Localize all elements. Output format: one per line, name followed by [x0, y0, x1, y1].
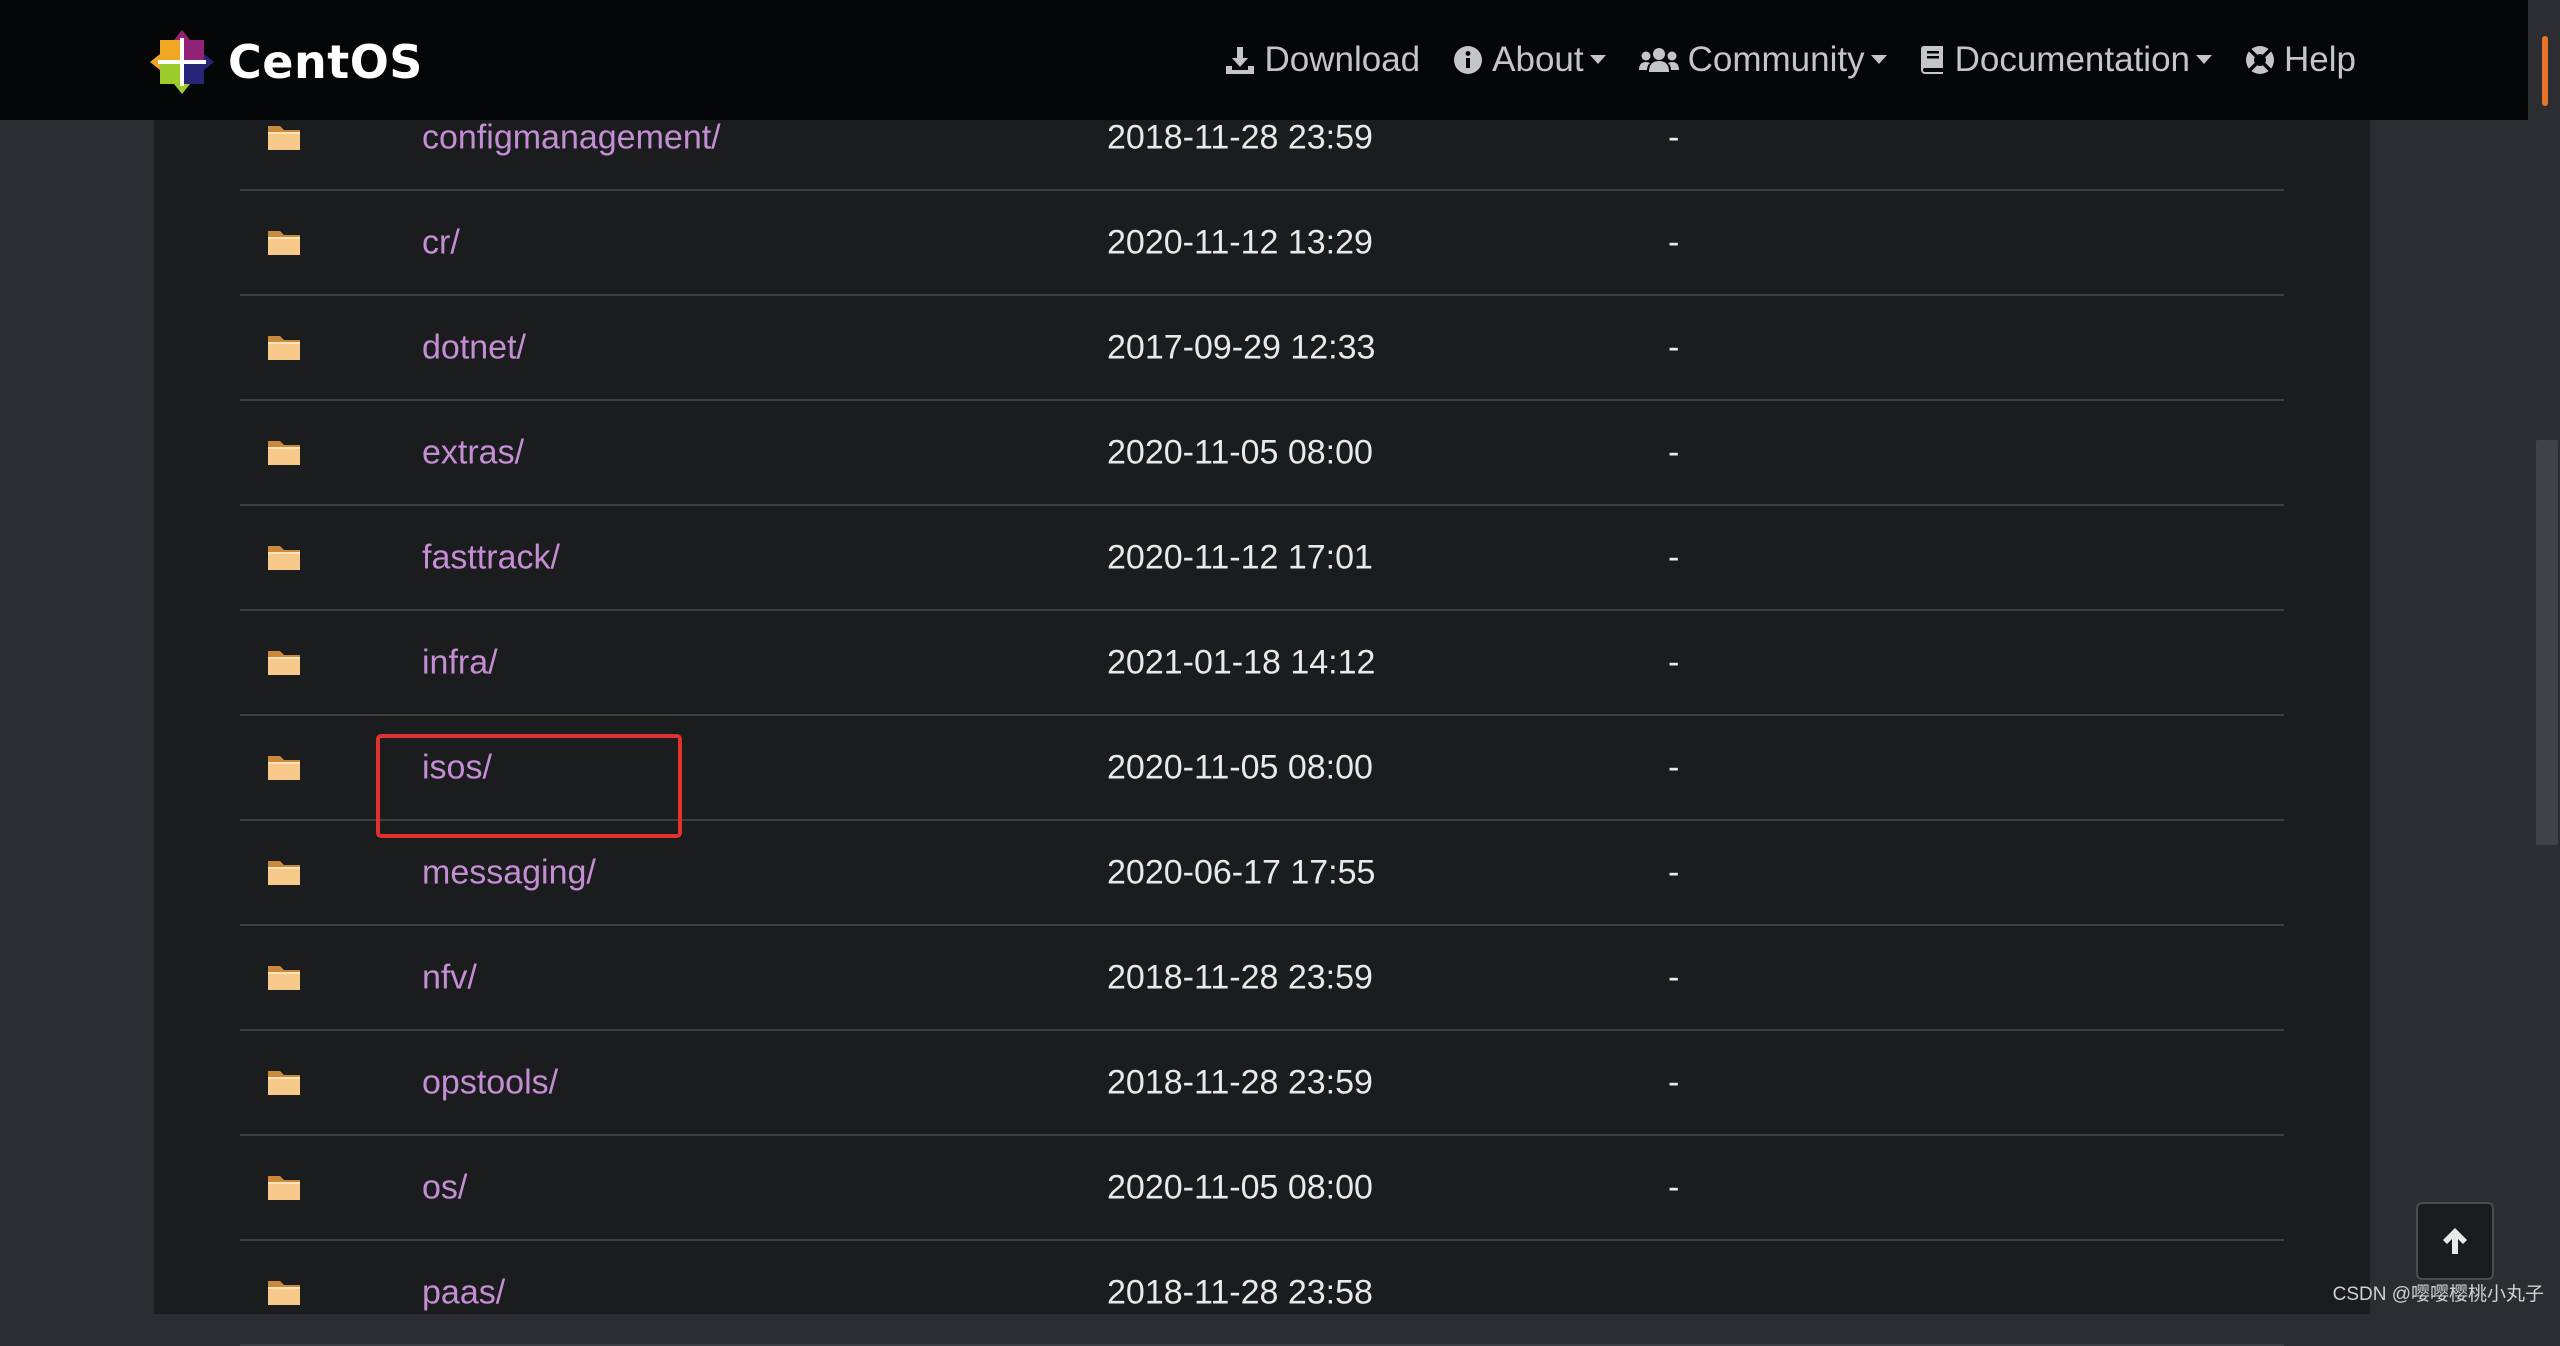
- table-row: opstools/ 2018-11-28 23:59 -: [240, 1031, 2284, 1136]
- nav-help[interactable]: Help: [2244, 40, 2356, 80]
- directory-link[interactable]: extras/: [422, 433, 524, 472]
- table-row: os/ 2020-11-05 08:00 -: [240, 1136, 2284, 1241]
- folder-icon: [266, 120, 302, 157]
- table-row: extras/ 2020-11-05 08:00 -: [240, 401, 2284, 506]
- folder-icon: [266, 1065, 302, 1102]
- file-size: -: [1668, 853, 1680, 891]
- table-row: paas/ 2018-11-28 23:58: [240, 1241, 2284, 1346]
- file-size: -: [1668, 538, 1680, 576]
- directory-link[interactable]: messaging/: [422, 853, 596, 892]
- file-size: -: [1668, 118, 1680, 156]
- directory-link[interactable]: paas/: [422, 1273, 505, 1312]
- directory-link[interactable]: dotnet/: [422, 328, 526, 367]
- directory-link[interactable]: fasttrack/: [422, 538, 560, 577]
- folder-icon: [266, 1275, 302, 1312]
- modified-date: 2018-11-28 23:59: [1107, 958, 1373, 996]
- chevron-down-icon: [1870, 54, 1887, 64]
- main-nav: Download About Community Documentation H…: [1192, 0, 2356, 120]
- centos-logo-icon: [150, 30, 214, 94]
- modified-date: 2021-01-18 14:12: [1107, 643, 1376, 681]
- table-row: fasttrack/ 2020-11-12 17:01 -: [240, 506, 2284, 611]
- file-size: -: [1668, 1063, 1680, 1101]
- nav-download-label: Download: [1264, 40, 1421, 79]
- table-row: messaging/ 2020-06-17 17:55 -: [240, 821, 2284, 926]
- nav-about-label: About: [1492, 40, 1584, 79]
- directory-link[interactable]: configmanagement/: [422, 118, 721, 157]
- directory-link[interactable]: cr/: [422, 223, 460, 262]
- nav-documentation[interactable]: Documentation: [1919, 40, 2213, 80]
- folder-icon: [266, 645, 302, 682]
- folder-icon: [266, 960, 302, 997]
- modified-date: 2017-09-29 12:33: [1107, 328, 1376, 366]
- arrow-up-icon: [2443, 1228, 2467, 1254]
- modified-date: 2020-11-05 08:00: [1107, 1168, 1373, 1206]
- file-size: -: [1668, 223, 1680, 261]
- book-icon: [1920, 46, 1943, 74]
- directory-link[interactable]: infra/: [422, 643, 498, 682]
- file-size: -: [1668, 433, 1680, 471]
- folder-icon: [266, 750, 302, 787]
- nav-about[interactable]: About: [1452, 40, 1606, 80]
- table-row: infra/ 2021-01-18 14:12 -: [240, 611, 2284, 716]
- modified-date: 2020-06-17 17:55: [1107, 853, 1376, 891]
- folder-icon: [266, 855, 302, 892]
- chevron-down-icon: [2196, 54, 2213, 64]
- nav-community[interactable]: Community: [1638, 40, 1887, 80]
- folder-icon: [266, 330, 302, 367]
- modified-date: 2018-11-28 23:59: [1107, 1063, 1373, 1101]
- chevron-down-icon: [1589, 54, 1606, 64]
- file-size: -: [1668, 328, 1680, 366]
- watermark: CSDN @嘤嘤樱桃小丸子: [2332, 1284, 2544, 1305]
- modified-date: 2020-11-05 08:00: [1107, 433, 1373, 471]
- modified-date: 2018-11-28 23:58: [1107, 1273, 1373, 1311]
- table-row: nfv/ 2018-11-28 23:59 -: [240, 926, 2284, 1031]
- info-icon: [1454, 46, 1483, 74]
- users-icon: [1638, 48, 1679, 72]
- table-row-isos: isos/ 2020-11-05 08:00 -: [240, 716, 2284, 821]
- directory-link[interactable]: nfv/: [422, 958, 477, 997]
- nav-documentation-label: Documentation: [1954, 40, 2191, 79]
- folder-icon: [266, 225, 302, 262]
- directory-listing: configmanagement/ 2018-11-28 23:59 - cr/…: [240, 86, 2284, 1346]
- modified-date: 2020-11-12 13:29: [1107, 223, 1373, 261]
- lifebuoy-icon: [2246, 46, 2275, 74]
- file-size: -: [1668, 748, 1680, 786]
- top-navbar: CentOS Download About Community Document…: [0, 0, 2528, 120]
- download-icon: [1226, 47, 1255, 74]
- content-panel: configmanagement/ 2018-11-28 23:59 - cr/…: [154, 0, 2370, 1346]
- page-scrollbar[interactable]: [2528, 0, 2560, 1314]
- file-size: -: [1668, 643, 1680, 681]
- folder-icon: [266, 1170, 302, 1207]
- nav-download[interactable]: Download: [1224, 40, 1420, 80]
- table-row: cr/ 2020-11-12 13:29 -: [240, 191, 2284, 296]
- centos-logo[interactable]: CentOS: [150, 30, 423, 94]
- nav-community-label: Community: [1687, 40, 1865, 79]
- brand-name: CentOS: [228, 35, 423, 89]
- nav-help-label: Help: [2284, 40, 2356, 79]
- modified-date: 2018-11-28 23:59: [1107, 118, 1373, 156]
- back-to-top-button[interactable]: [2416, 1202, 2494, 1280]
- directory-link[interactable]: os/: [422, 1168, 467, 1207]
- file-size: -: [1668, 958, 1680, 996]
- folder-icon: [266, 435, 302, 472]
- scroll-position-marker: [2542, 36, 2548, 106]
- folder-icon: [266, 540, 302, 577]
- directory-link-isos[interactable]: isos/: [422, 748, 492, 787]
- directory-link[interactable]: opstools/: [422, 1063, 558, 1102]
- table-row: dotnet/ 2017-09-29 12:33 -: [240, 296, 2284, 401]
- scrollbar-thumb[interactable]: [2536, 440, 2558, 845]
- modified-date: 2020-11-12 17:01: [1107, 538, 1373, 576]
- modified-date: 2020-11-05 08:00: [1107, 748, 1373, 786]
- file-size: -: [1668, 1168, 1680, 1206]
